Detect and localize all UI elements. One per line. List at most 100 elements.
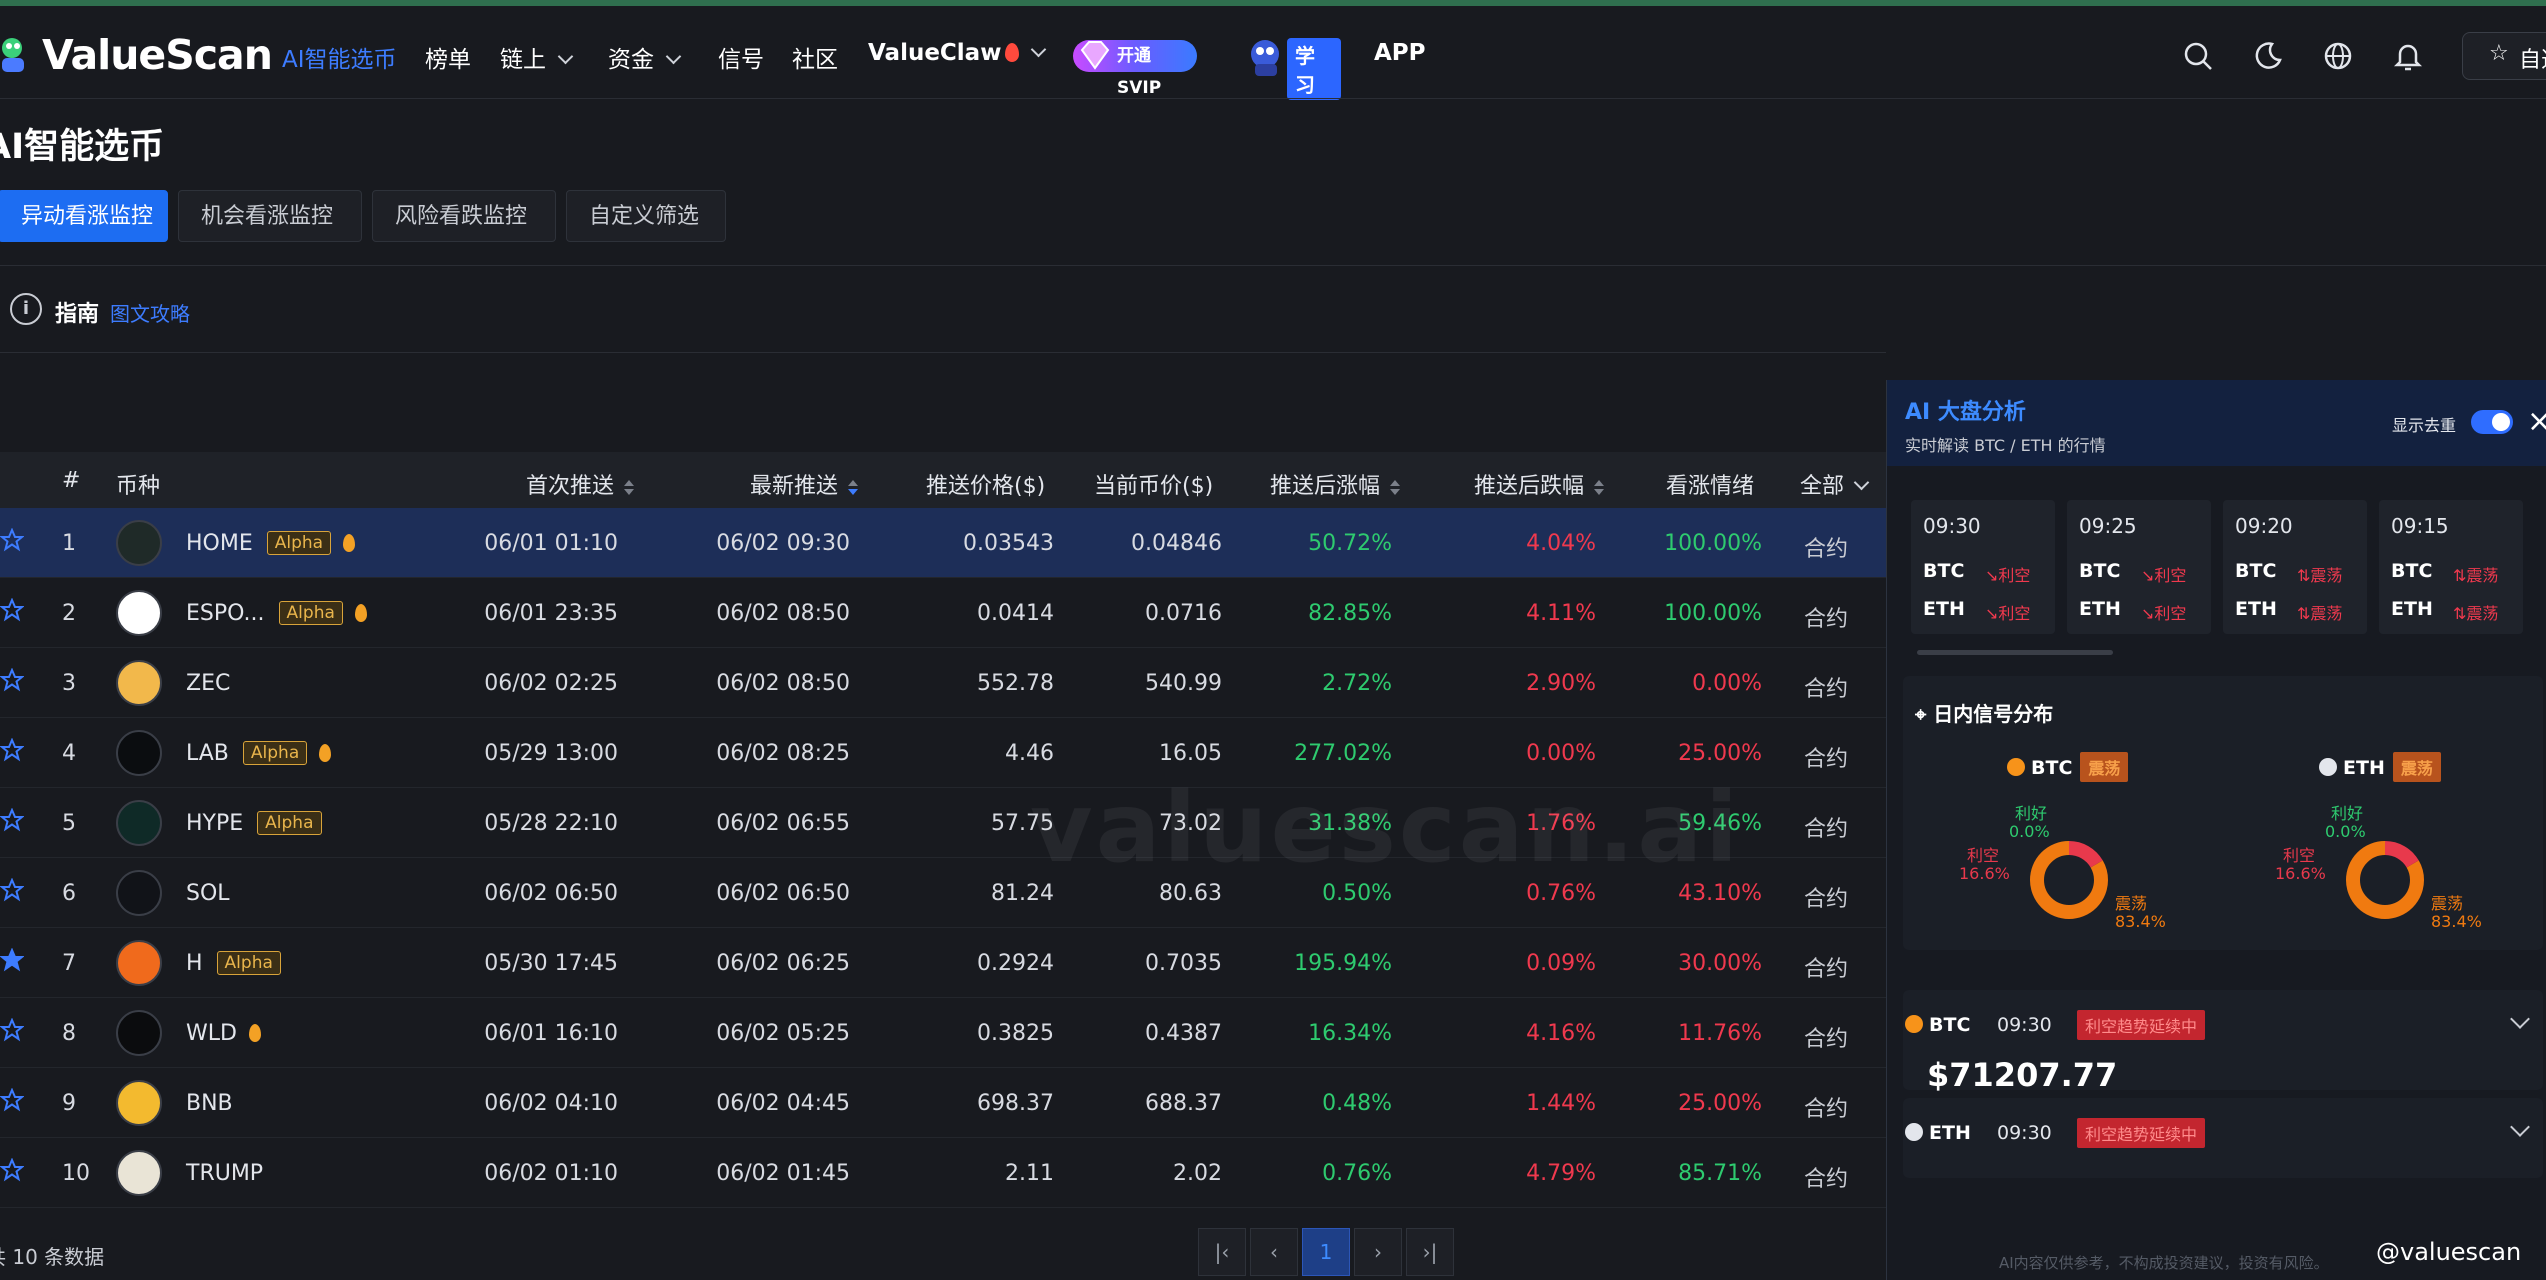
star-icon[interactable]	[0, 948, 24, 972]
star-icon[interactable]	[0, 878, 24, 902]
coin-name-cell[interactable]: H Alpha	[186, 951, 281, 977]
last-page-button[interactable]: ›|	[1406, 1228, 1454, 1276]
col-rise[interactable]: 推送后涨幅	[1270, 468, 1401, 500]
learn-label: 学习	[1287, 38, 1341, 100]
dedupe-toggle[interactable]	[2471, 410, 2513, 434]
table-row[interactable]: 10 TRUMP 06/02 01:10 06/02 01:45 2.11 2.02 0.7…	[0, 1138, 1886, 1208]
table-row[interactable]: 1 HOME Alpha 06/01 01:10 06/02 09:30 0.03543 0…	[0, 508, 1886, 578]
table-row[interactable]: 9 BNB 06/02 04:10 06/02 04:45 698.37 688.37 0.…	[0, 1068, 1886, 1138]
table-row[interactable]: 8 WLD 06/01 16:10 06/02 05:25 0.3825 0.4387 16…	[0, 998, 1886, 1068]
coin-logo-icon	[116, 520, 162, 566]
contract-type: 合约	[1804, 537, 1849, 562]
first-page-button[interactable]: |‹	[1198, 1228, 1246, 1276]
current-page[interactable]: 1	[1302, 1228, 1350, 1276]
nav-onchain[interactable]: 链上	[500, 40, 574, 74]
panel-subtitle: 实时解读 BTC / ETH 的行情	[1905, 436, 2106, 455]
star-icon[interactable]	[0, 528, 24, 552]
sentiment-pct: 25.00%	[1678, 1091, 1762, 1116]
star-icon[interactable]	[0, 598, 24, 622]
coin-name-cell[interactable]: LAB Alpha	[186, 741, 332, 767]
coin-name-cell[interactable]: BNB	[186, 1091, 233, 1116]
coin-symbol: WLD	[186, 1021, 237, 1046]
star-icon[interactable]	[0, 1018, 24, 1042]
time-card-btc-signal: ⇅震荡	[2297, 562, 2342, 586]
prev-page-button[interactable]: ‹	[1250, 1228, 1298, 1276]
trend-down-icon: ↘	[1985, 566, 1999, 585]
nav-valueclaw[interactable]: ValueClaw	[868, 40, 1047, 66]
rise-pct: 0.48%	[1322, 1091, 1392, 1116]
coin-name-cell[interactable]: TRUMP	[186, 1161, 263, 1186]
latest-push-time: 06/02 01:45	[716, 1161, 850, 1186]
push-price: 0.0414	[977, 601, 1054, 626]
signal-text: 震荡	[2310, 604, 2343, 623]
next-page-button[interactable]: ›	[1354, 1228, 1402, 1276]
disclaimer: AI内容仅供参考，不构成投资建议，投资有风险。	[1999, 1254, 2329, 1272]
nav-ranking[interactable]: 榜单	[425, 40, 471, 74]
donut-bullish-label: 利好	[2331, 804, 2364, 823]
logo-text[interactable]: ValueScan	[42, 31, 273, 79]
crosshair-icon: ⌖	[1915, 702, 1934, 726]
col-first-push[interactable]: 首次推送	[526, 468, 635, 500]
time-card[interactable]: 09:30 BTC ↘利空 ETH ↘利空	[1911, 500, 2055, 634]
coin-name-cell[interactable]: SOL	[186, 881, 230, 906]
col-latest-push[interactable]: 最新推送	[750, 468, 859, 500]
contract-type: 合约	[1804, 747, 1849, 772]
time-card[interactable]: 09:20 BTC ⇅震荡 ETH ⇅震荡	[2223, 500, 2367, 634]
guide-link[interactable]: 图文攻略	[110, 298, 190, 327]
table-row[interactable]: 2 ESPO... Alpha 06/01 23:35 06/02 08:50 0.041…	[0, 578, 1886, 648]
tab-anomaly-bullish[interactable]: 异动看涨监控	[0, 190, 168, 242]
col-latest-push-label: 最新推送	[750, 474, 839, 499]
coin-name-cell[interactable]: WLD	[186, 1021, 261, 1046]
donut-range-label: 震荡	[2115, 894, 2148, 913]
bell-icon[interactable]	[2392, 40, 2424, 72]
tab-opportunity-bullish[interactable]: 机会看涨监控	[178, 190, 362, 242]
nav-item-label: 资金	[608, 47, 654, 73]
coin-name-cell[interactable]: HYPE Alpha	[186, 811, 322, 837]
star-icon[interactable]	[0, 808, 24, 832]
search-icon[interactable]	[2182, 40, 2214, 72]
nav-funds[interactable]: 资金	[608, 40, 682, 74]
coin-name-cell[interactable]: ESPO... Alpha	[186, 601, 367, 627]
coin-symbol: H	[186, 951, 203, 976]
coin-name-cell[interactable]: HOME Alpha	[186, 531, 356, 557]
current-price: 540.99	[1145, 671, 1222, 696]
guide-title: 指南	[55, 302, 100, 327]
svip-button[interactable]: 开通 SVIP	[1073, 40, 1197, 98]
horizontal-scrollbar[interactable]	[1917, 650, 2113, 655]
star-icon[interactable]	[0, 738, 24, 762]
row-index: 6	[62, 881, 76, 906]
col-fall[interactable]: 推送后跌幅	[1474, 468, 1605, 500]
moon-icon[interactable]	[2252, 40, 2284, 72]
col-rise-label: 推送后涨幅	[1270, 474, 1381, 499]
globe-icon[interactable]	[2322, 40, 2354, 72]
coin-logo-icon	[116, 660, 162, 706]
close-icon[interactable]: ×	[2527, 404, 2546, 439]
coin-symbol: HOME	[186, 531, 253, 556]
fall-pct: 4.16%	[1526, 1021, 1596, 1046]
donut-bullish-value: 0.0%	[2325, 822, 2366, 841]
star-icon[interactable]	[0, 668, 24, 692]
coin-name-cell[interactable]: ZEC	[186, 671, 230, 696]
type-filter-dropdown[interactable]: 全部	[1800, 468, 1870, 500]
fall-pct: 1.44%	[1526, 1091, 1596, 1116]
btc-price: $71207.77	[1927, 1056, 2118, 1094]
nav-app[interactable]: APP	[1374, 40, 1426, 66]
star-icon[interactable]	[0, 1088, 24, 1112]
table-row[interactable]: 3 ZEC 06/02 02:25 06/02 08:50 552.78 540.99 2.…	[0, 648, 1886, 718]
latest-push-time: 06/02 08:25	[716, 741, 850, 766]
tab-risk-bearish[interactable]: 风险看跌监控	[372, 190, 556, 242]
tab-custom-filter[interactable]: 自定义筛选	[566, 190, 726, 242]
learn-button[interactable]: 学习	[1245, 30, 1341, 100]
push-price: 698.37	[977, 1091, 1054, 1116]
swap-icon: ⇅	[2453, 566, 2467, 585]
nav-community[interactable]: 社区	[792, 40, 838, 74]
time-card[interactable]: 09:25 BTC ↘利空 ETH ↘利空	[2067, 500, 2211, 634]
favorites-button[interactable]: ☆ 自选	[2462, 32, 2546, 80]
nav-item-label: 信号	[718, 47, 764, 73]
time-card[interactable]: 09:15 BTC ⇅震荡 ETH ⇅震荡	[2379, 500, 2523, 634]
coin-logo-icon	[116, 1010, 162, 1056]
table-row[interactable]: 7 H Alpha 05/30 17:45 06/02 06:25 0.2924 0.703…	[0, 928, 1886, 998]
star-icon[interactable]	[0, 1158, 24, 1182]
nav-signals[interactable]: 信号	[718, 40, 764, 74]
nav-ai-select[interactable]: AI智能选币	[282, 40, 397, 74]
